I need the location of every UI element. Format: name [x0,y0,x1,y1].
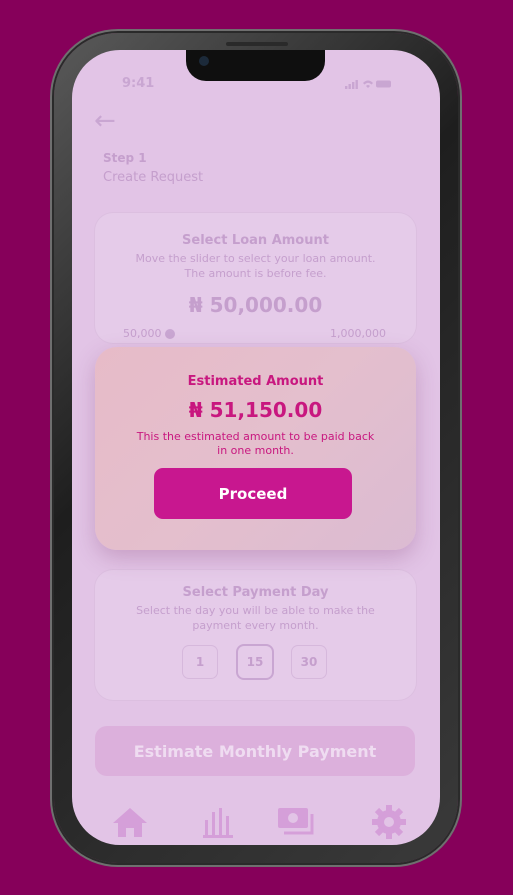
loan-card-description: Move the slider to select your loan amou… [135,252,376,280]
loan-slider-knob[interactable] [165,329,175,339]
bar-chart-icon[interactable] [203,804,233,838]
power-button [458,260,462,355]
proceed-button[interactable]: Proceed [154,468,352,519]
estimate-modal: Estimated Amount ₦ 51,150.00 This the es… [95,347,416,550]
home-icon[interactable] [111,806,149,838]
estimate-payment-button[interactable]: Estimate Monthly Payment [95,726,415,776]
payment-card-title: Select Payment Day [182,585,329,600]
modal-title: Estimated Amount [187,374,324,389]
settings-icon[interactable] [371,804,407,840]
payment-card-description: Select the day you will be able to make … [136,604,375,632]
modal-amount: ₦ 51,150.00 [188,398,323,422]
loan-card-title: Select Loan Amount [182,233,329,248]
speaker-grille [226,42,288,46]
day-option-15[interactable]: 15 [238,646,272,678]
day-option-1[interactable]: 1 [183,646,217,678]
cash-icon[interactable] [277,806,315,836]
status-time: 9:41 [122,76,155,91]
loan-amount-value: ₦ 50,000.00 [188,293,323,317]
arrow-left-icon[interactable]: ← [94,106,116,136]
slider-min-label: 50,000 [123,327,162,340]
payment-day-card: Select Payment Day Select the day you wi… [95,570,416,700]
slider-max-label: 1,000,000 [330,327,386,340]
step-title: Create Request [103,170,204,185]
status-icons [345,80,391,89]
front-camera [199,56,209,66]
day-option-30[interactable]: 30 [292,646,326,678]
app-screen: 9:41 ← Step 1 Create Request Select Loan… [72,50,440,845]
loan-amount-card: Select Loan Amount Move the slider to se… [95,213,416,343]
notch [186,50,325,81]
modal-description: This the estimated amount to be paid bac… [136,430,375,457]
step-label: Step 1 [103,151,147,165]
